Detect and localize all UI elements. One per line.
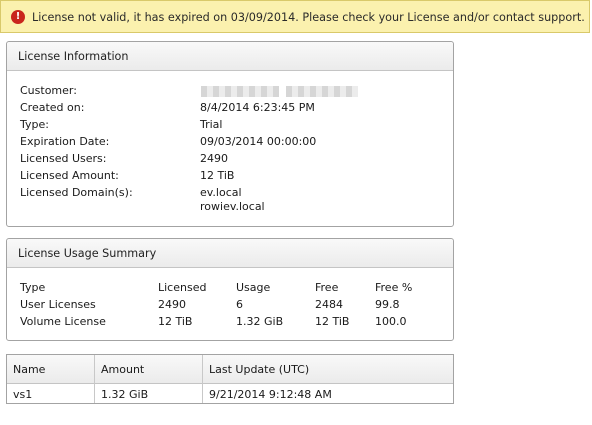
license-usage-summary-panel: License Usage Summary Type Licensed Usag…	[6, 238, 454, 341]
usage-header-type: Type	[20, 281, 46, 294]
usage-row-volume-license-free: 12 TiB	[315, 315, 350, 328]
usage-header-free-percent: Free %	[375, 281, 413, 294]
usage-header-free: Free	[315, 281, 339, 294]
created-on-value: 8/4/2014 6:23:45 PM	[200, 101, 315, 114]
usage-row-user-licenses-free: 2484	[315, 298, 343, 311]
usage-header-usage: Usage	[236, 281, 271, 294]
license-information-title: License Information	[18, 50, 129, 63]
column-header-last-update[interactable]: Last Update (UTC)	[209, 363, 309, 376]
column-divider	[94, 355, 95, 403]
licensed-users-label: Licensed Users:	[20, 152, 107, 165]
licensed-users-value: 2490	[200, 152, 228, 165]
column-header-amount[interactable]: Amount	[101, 363, 144, 376]
type-label: Type:	[20, 118, 49, 131]
customer-label: Customer:	[20, 84, 77, 97]
license-expired-banner: ! License not valid, it has expired on 0…	[0, 0, 590, 33]
license-usage-summary-title: License Usage Summary	[18, 247, 157, 260]
volumes-table: Name Amount Last Update (UTC) vs1 1.32 G…	[6, 354, 454, 404]
volumes-table-header: Name Amount Last Update (UTC)	[7, 355, 453, 384]
usage-row-user-licenses-free-percent: 99.8	[375, 298, 400, 311]
usage-row-volume-license-free-percent: 100.0	[375, 315, 407, 328]
row-name-cell: vs1	[13, 388, 33, 401]
licensed-amount-value: 12 TiB	[200, 169, 235, 182]
licensed-amount-label: Licensed Amount:	[20, 169, 119, 182]
usage-row-volume-license-licensed: 12 TiB	[158, 315, 193, 328]
license-information-panel: License Information Customer: Created on…	[6, 41, 454, 227]
usage-row-user-licenses-usage: 6	[236, 298, 243, 311]
row-last-update-cell: 9/21/2014 9:12:48 AM	[209, 388, 332, 401]
customer-redacted-value-2	[286, 86, 358, 97]
created-on-label: Created on:	[20, 101, 85, 114]
usage-row-volume-license-usage: 1.32 GiB	[236, 315, 284, 328]
error-icon: !	[11, 10, 25, 24]
usage-row-user-licenses-type: User Licenses	[20, 298, 96, 311]
customer-redacted-value	[201, 86, 279, 97]
banner-message: License not valid, it has expired on 03/…	[32, 11, 585, 24]
expiration-date-label: Expiration Date:	[20, 135, 110, 148]
licensed-domain-2: rowiev.local	[200, 200, 265, 213]
usage-row-volume-license-type: Volume License	[20, 315, 106, 328]
licensed-domain-1: ev.local	[200, 186, 242, 199]
license-usage-summary-header: License Usage Summary	[7, 239, 453, 268]
usage-header-licensed: Licensed	[158, 281, 207, 294]
license-information-header: License Information	[7, 42, 453, 71]
column-header-name[interactable]: Name	[13, 363, 45, 376]
row-amount-cell: 1.32 GiB	[101, 388, 149, 401]
column-divider	[202, 355, 203, 403]
expiration-date-value: 09/03/2014 00:00:00	[200, 135, 317, 148]
usage-row-user-licenses-licensed: 2490	[158, 298, 186, 311]
licensed-domains-label: Licensed Domain(s):	[20, 186, 133, 199]
type-value: Trial	[200, 118, 223, 131]
